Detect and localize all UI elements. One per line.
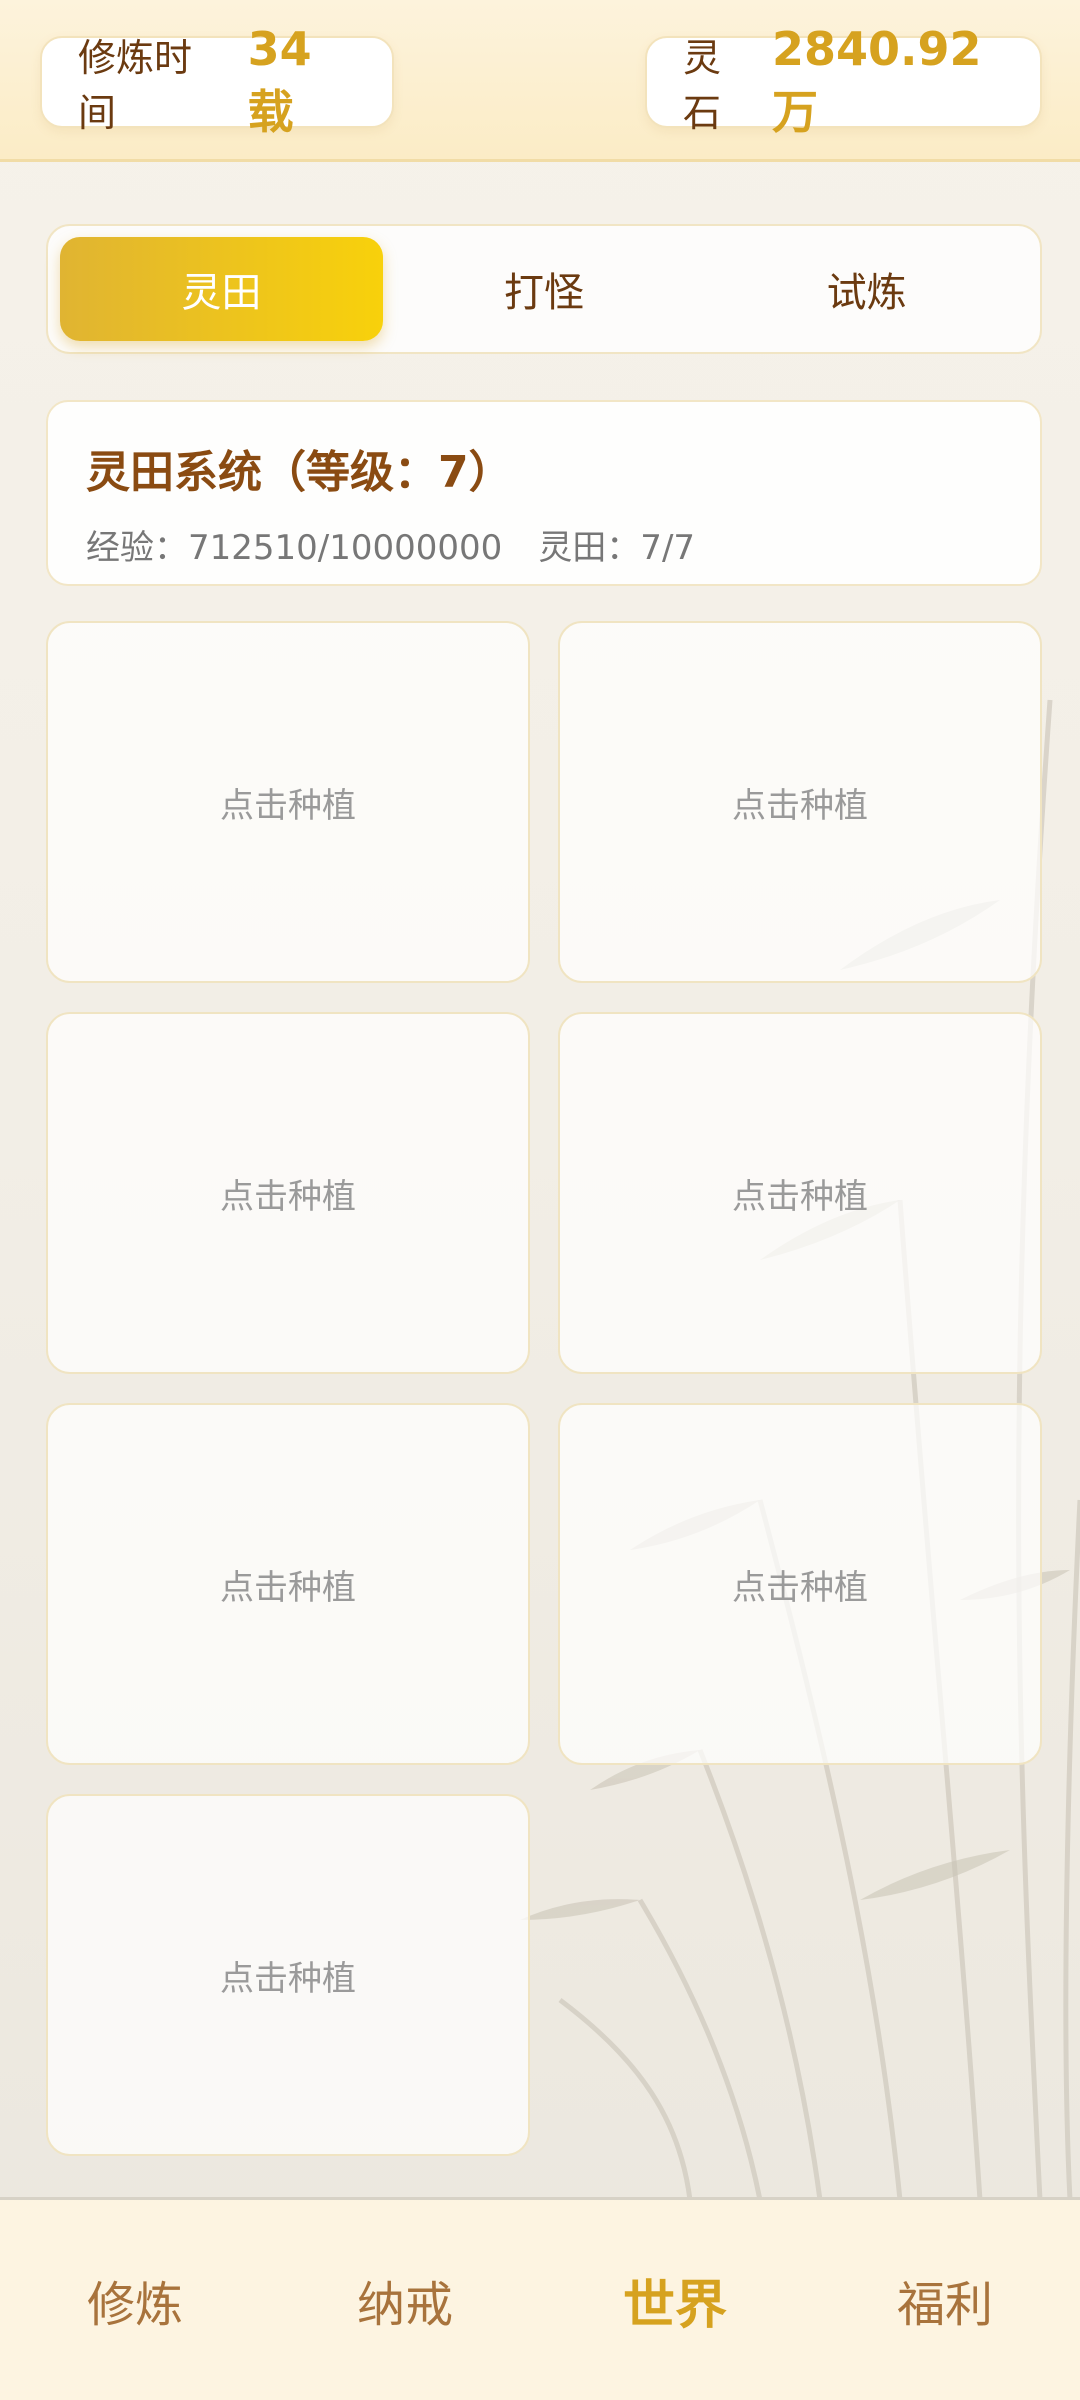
field-plot-1[interactable]: 点击种植 <box>46 621 530 983</box>
field-count-text: 灵田：7/7 <box>538 528 696 568</box>
bottom-navigation: 修炼 纳戒 世界 福利 <box>0 2197 1080 2400</box>
nav-world[interactable]: 世界 <box>540 2263 810 2338</box>
field-plot-4[interactable]: 点击种植 <box>558 1012 1042 1374</box>
tab-trial[interactable]: 试炼 <box>705 237 1028 341</box>
nav-welfare[interactable]: 福利 <box>810 2265 1080 2335</box>
spirit-field-info-card: 灵田系统（等级：7） 经验：712510/10000000 灵田：7/7 <box>46 400 1042 586</box>
experience-text: 经验：712510/10000000 <box>86 528 503 568</box>
field-plot-2[interactable]: 点击种植 <box>558 621 1042 983</box>
field-plot-5[interactable]: 点击种植 <box>46 1403 530 1765</box>
plant-prompt: 点击种植 <box>220 785 356 826</box>
field-plot-6[interactable]: 点击种植 <box>558 1403 1042 1765</box>
nav-storage-ring[interactable]: 纳戒 <box>270 2265 540 2335</box>
cultivation-time-badge: 修炼时间 34载 <box>40 22 394 139</box>
spirit-stone-value: 2840.92万 <box>772 22 982 139</box>
plant-prompt: 点击种植 <box>220 1567 356 1608</box>
tab-fight-monster[interactable]: 打怪 <box>383 237 706 341</box>
cultivation-time-label: 修炼时间 <box>78 36 193 135</box>
field-plot-3[interactable]: 点击种植 <box>46 1012 530 1374</box>
spirit-stone-label: 灵石 <box>683 36 722 135</box>
plant-prompt: 点击种植 <box>220 1958 356 1999</box>
plant-prompt: 点击种植 <box>732 1176 868 1217</box>
top-status-bar: 修炼时间 34载 灵石 2840.92万 <box>0 0 1080 162</box>
tab-spirit-field[interactable]: 灵田 <box>60 237 383 341</box>
spirit-field-stats: 经验：712510/10000000 灵田：7/7 <box>86 520 1002 569</box>
spirit-field-title: 灵田系统（等级：7） <box>86 447 513 498</box>
plant-prompt: 点击种植 <box>732 1567 868 1608</box>
nav-cultivate[interactable]: 修炼 <box>0 2265 270 2335</box>
world-tabs: 灵田 打怪 试炼 <box>46 224 1042 354</box>
field-plot-7[interactable]: 点击种植 <box>46 1794 530 2156</box>
plant-prompt: 点击种植 <box>220 1176 356 1217</box>
spirit-stone-badge: 灵石 2840.92万 <box>645 22 1042 139</box>
plant-prompt: 点击种植 <box>732 785 868 826</box>
cultivation-time-value: 34载 <box>247 22 312 139</box>
